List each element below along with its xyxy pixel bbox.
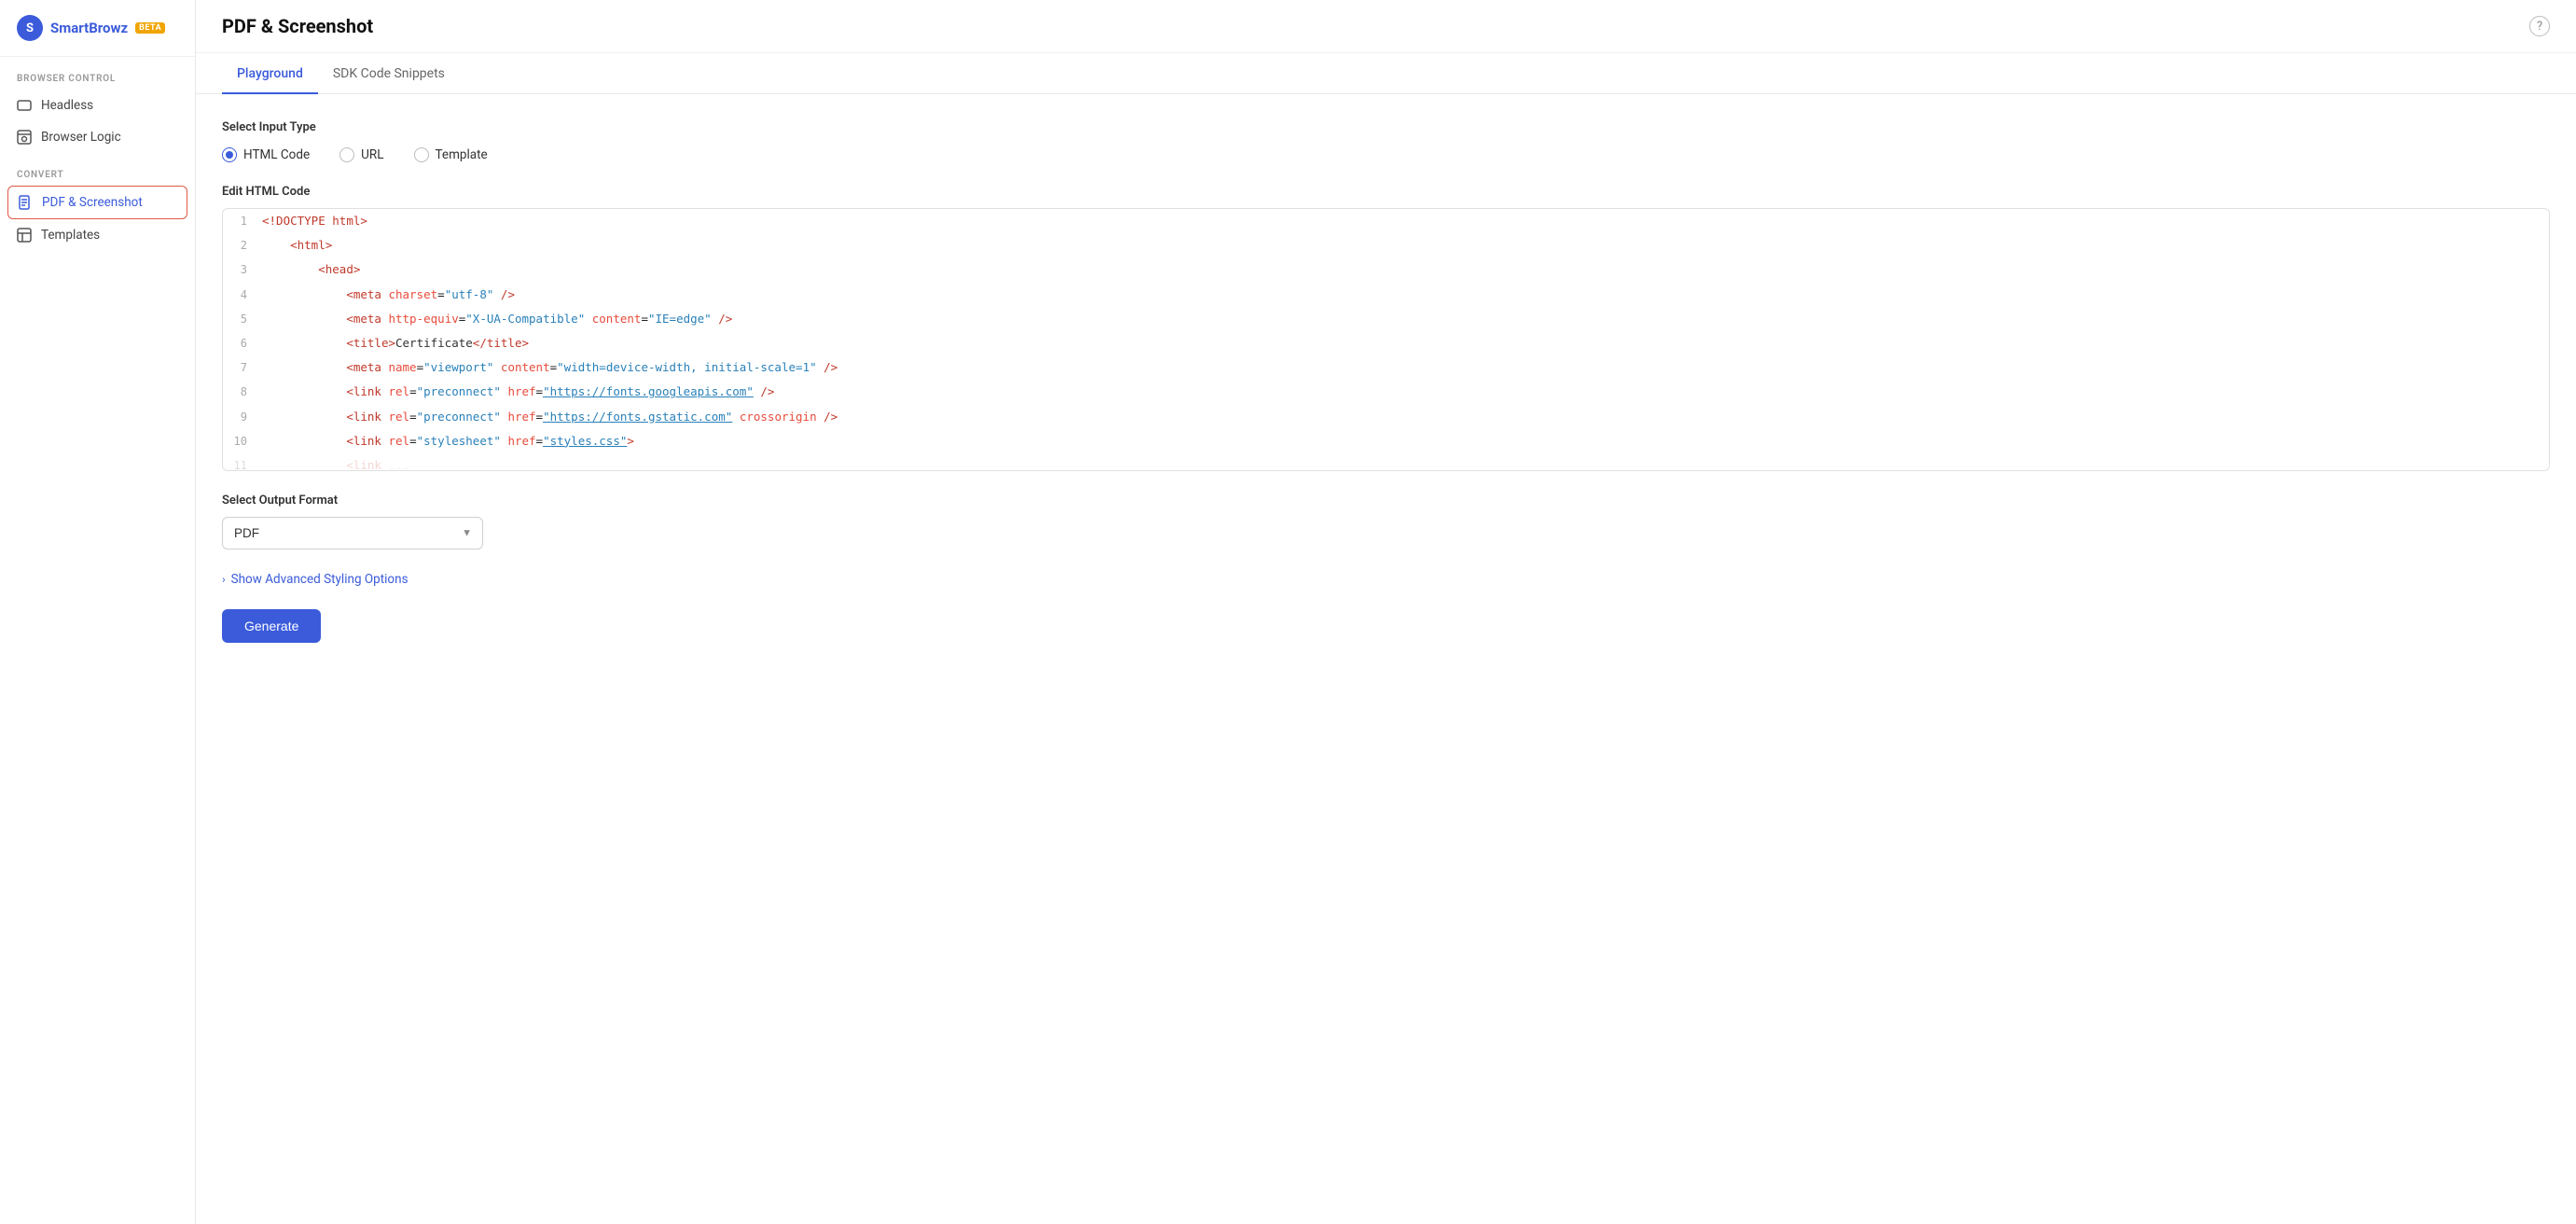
sidebar-item-templates[interactable]: Templates xyxy=(0,219,195,251)
code-line-3: 3 <head> xyxy=(223,257,2549,282)
code-line-7: 7 <meta name="viewport" content="width=d… xyxy=(223,355,2549,380)
advanced-styling-toggle[interactable]: › Show Advanced Styling Options xyxy=(222,572,2550,587)
logo-text: SmartBrowz xyxy=(50,20,128,36)
browser-logic-icon xyxy=(17,130,32,145)
radio-template[interactable]: Template xyxy=(414,147,488,162)
code-editor-label: Edit HTML Code xyxy=(222,185,2550,199)
tab-sdk-snippets[interactable]: SDK Code Snippets xyxy=(318,53,460,94)
app-logo: S SmartBrowz BETA xyxy=(0,0,195,57)
radio-html-code-circle xyxy=(222,147,237,162)
help-icon[interactable]: ? xyxy=(2529,16,2550,36)
main-content: PDF & Screenshot ? Playground SDK Code S… xyxy=(196,0,2576,1224)
headless-icon xyxy=(17,98,32,113)
sidebar-item-pdf-screenshot-label: PDF & Screenshot xyxy=(42,195,143,210)
sidebar-item-browser-logic[interactable]: Browser Logic xyxy=(0,121,195,153)
output-format-label: Select Output Format xyxy=(222,494,2550,508)
generate-button[interactable]: Generate xyxy=(222,609,321,643)
radio-template-circle xyxy=(414,147,429,162)
radio-url[interactable]: URL xyxy=(339,147,383,162)
pdf-screenshot-icon xyxy=(18,195,33,210)
chevron-right-icon: › xyxy=(222,573,226,586)
radio-url-label: URL xyxy=(361,147,383,162)
templates-icon xyxy=(17,228,32,243)
code-line-11: 11 <link ... xyxy=(223,453,2549,470)
radio-template-label: Template xyxy=(436,147,488,162)
code-line-8: 8 <link rel="preconnect" href="https://f… xyxy=(223,380,2549,404)
convert-section-label: CONVERT xyxy=(0,153,195,186)
code-line-10: 10 <link rel="stylesheet" href="styles.c… xyxy=(223,429,2549,453)
code-line-6: 6 <title>Certificate</title> xyxy=(223,331,2549,355)
content-area: Select Input Type HTML Code URL Template… xyxy=(196,94,2576,1224)
code-line-5: 5 <meta http-equiv="X-UA-Compatible" con… xyxy=(223,307,2549,331)
input-type-radio-group: HTML Code URL Template xyxy=(222,147,2550,162)
input-type-label: Select Input Type xyxy=(222,120,2550,134)
code-line-2: 2 <html> xyxy=(223,233,2549,257)
tabs: Playground SDK Code Snippets xyxy=(196,53,2576,94)
logo-badge: BETA xyxy=(135,22,165,34)
code-editor[interactable]: 1 <!DOCTYPE html> 2 <html> 3 <head> 4 <m… xyxy=(222,208,2550,471)
radio-html-code[interactable]: HTML Code xyxy=(222,147,310,162)
sidebar-item-templates-label: Templates xyxy=(41,228,100,243)
logo-icon: S xyxy=(17,15,43,41)
browser-control-section-label: BROWSER CONTROL xyxy=(0,57,195,90)
sidebar-item-pdf-screenshot[interactable]: PDF & Screenshot xyxy=(7,186,187,219)
advanced-toggle-label: Show Advanced Styling Options xyxy=(231,572,409,587)
sidebar-item-browser-logic-label: Browser Logic xyxy=(41,130,121,145)
format-select[interactable]: PDF Screenshot (PNG) Screenshot (JPG) xyxy=(222,517,483,549)
radio-html-code-label: HTML Code xyxy=(243,147,310,162)
sidebar-item-headless-label: Headless xyxy=(41,98,93,113)
radio-url-circle xyxy=(339,147,354,162)
tab-playground[interactable]: Playground xyxy=(222,53,318,94)
page-title: PDF & Screenshot xyxy=(222,15,373,37)
code-line-9: 9 <link rel="preconnect" href="https://f… xyxy=(223,405,2549,429)
sidebar: S SmartBrowz BETA BROWSER CONTROL Headle… xyxy=(0,0,196,1224)
format-select-wrapper: PDF Screenshot (PNG) Screenshot (JPG) ▼ xyxy=(222,517,483,549)
code-line-1: 1 <!DOCTYPE html> xyxy=(223,209,2549,233)
sidebar-item-headless[interactable]: Headless xyxy=(0,90,195,121)
code-line-4: 4 <meta charset="utf-8" /> xyxy=(223,283,2549,307)
topbar: PDF & Screenshot ? xyxy=(196,0,2576,53)
